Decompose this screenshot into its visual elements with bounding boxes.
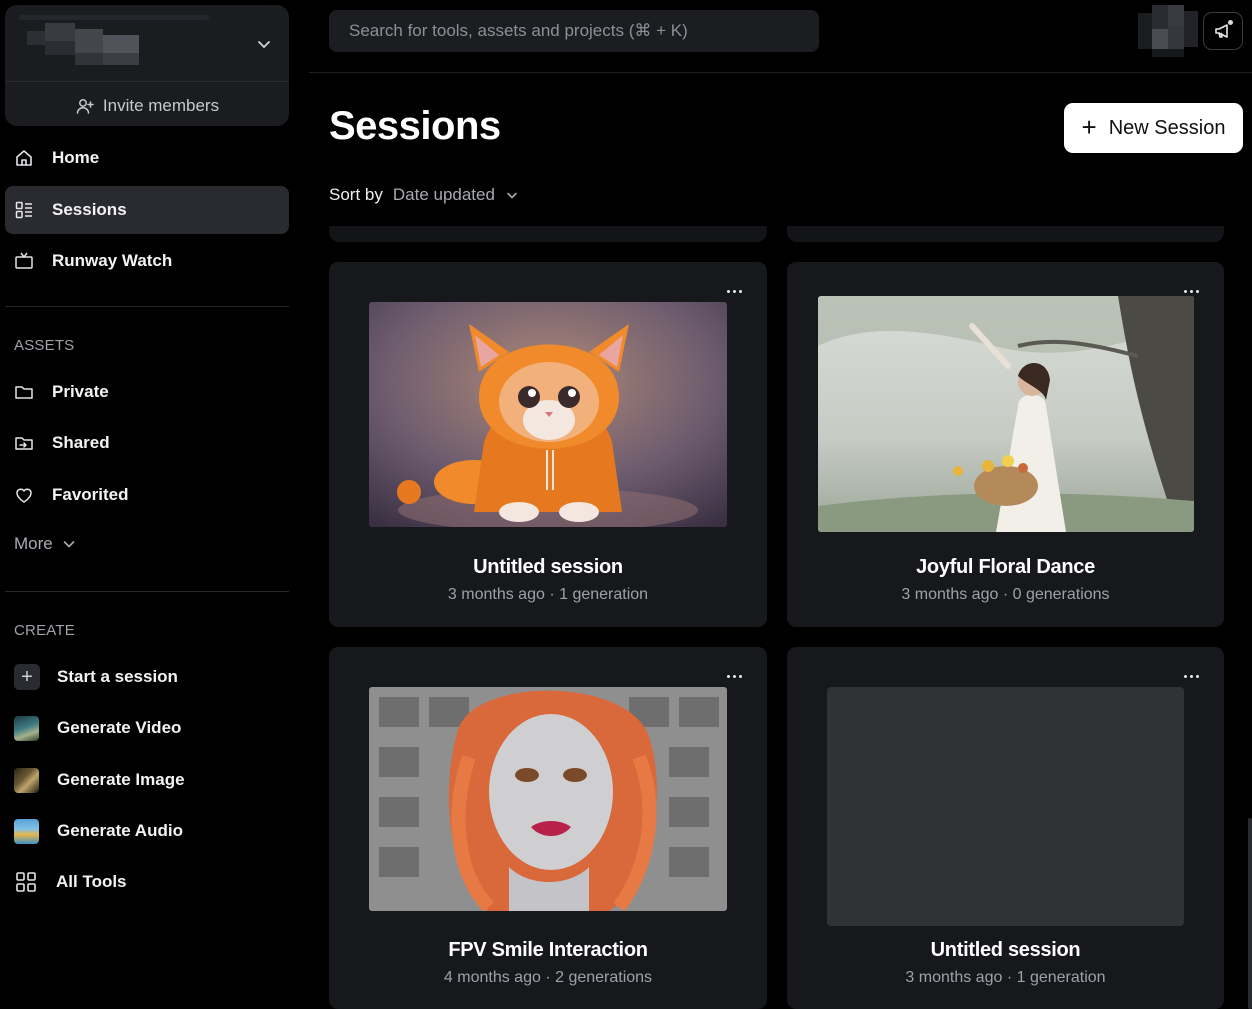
- session-card-partial[interactable]: [787, 226, 1224, 242]
- workspace-divider: [5, 81, 289, 82]
- plus-icon: +: [14, 664, 40, 690]
- more-options-icon[interactable]: [727, 286, 745, 296]
- session-meta: 3 months ago · 1 generation: [447, 586, 649, 603]
- generate-video-label: Generate Video: [57, 718, 182, 737]
- sidebar-divider: [5, 591, 289, 592]
- session-meta: 4 months ago · 2 generations: [443, 969, 653, 986]
- more-options-icon[interactable]: [1184, 286, 1202, 296]
- start-session-label: Start a session: [57, 667, 178, 686]
- sidebar-item-shared[interactable]: Shared: [5, 419, 289, 467]
- sort-dropdown[interactable]: Date updated: [393, 185, 519, 205]
- generate-video-item[interactable]: Generate Video: [14, 713, 181, 743]
- add-user-icon: [76, 99, 94, 114]
- session-card[interactable]: Untitled session 3 months ago · 1 genera…: [329, 262, 767, 627]
- sidebar-item-private[interactable]: Private: [5, 368, 289, 416]
- generate-image-item[interactable]: Generate Image: [14, 765, 185, 795]
- session-card[interactable]: Joyful Floral Dance 3 months ago · 0 gen…: [787, 262, 1224, 627]
- sidebar-item-sessions[interactable]: Sessions: [5, 186, 289, 234]
- page-title: Sessions: [329, 104, 501, 148]
- grid-icon: [16, 872, 36, 892]
- sidebar-item-label: Sessions: [52, 200, 127, 219]
- sessions-icon: [15, 201, 32, 219]
- sidebar: Invite members Home Sessions Runway Watc…: [0, 0, 298, 1009]
- create-section-label: CREATE: [14, 622, 75, 639]
- session-meta: 3 months ago · 0 generations: [901, 586, 1110, 603]
- sidebar-item-favorited[interactable]: Favorited: [5, 471, 289, 519]
- new-session-button[interactable]: + New Session: [1064, 103, 1243, 153]
- sidebar-divider: [5, 306, 289, 307]
- app-root: Invite members Home Sessions Runway Watc…: [0, 0, 1252, 1009]
- workspace-avatar: [27, 23, 139, 67]
- red-hair-portrait-image: [369, 687, 727, 911]
- invite-members-button[interactable]: Invite members: [5, 91, 289, 121]
- session-thumbnail: [369, 687, 727, 911]
- announcements-button[interactable]: [1203, 12, 1243, 50]
- all-tools-item[interactable]: All Tools: [14, 867, 127, 897]
- sort-control: Sort by Date updated: [329, 185, 519, 205]
- plus-icon: +: [1081, 111, 1097, 142]
- session-card[interactable]: FPV Smile Interaction 4 months ago · 2 g…: [329, 647, 767, 1009]
- sidebar-item-home[interactable]: Home: [5, 134, 289, 182]
- session-thumbnail-empty: [827, 687, 1184, 926]
- folder-icon: [15, 386, 33, 399]
- more-toggle[interactable]: More: [14, 534, 77, 554]
- generate-image-label: Generate Image: [57, 770, 185, 789]
- new-session-label: New Session: [1108, 116, 1226, 139]
- sort-label: Sort by: [329, 185, 383, 204]
- generate-audio-item[interactable]: Generate Audio: [14, 816, 183, 846]
- heart-icon: [16, 488, 32, 503]
- sidebar-item-label: Home: [52, 148, 100, 167]
- workspace-name-placeholder: [19, 15, 209, 20]
- start-session-button[interactable]: + Start a session: [14, 662, 178, 692]
- sidebar-item-label: Runway Watch: [52, 251, 173, 270]
- floral-dance-image: [818, 296, 1194, 532]
- notification-dot: [1228, 20, 1233, 25]
- generate-image-thumbnail: [14, 767, 39, 793]
- sidebar-item-label: Private: [52, 382, 109, 401]
- scrollbar[interactable]: [1248, 818, 1252, 1009]
- chevron-down-icon: [507, 192, 517, 199]
- generate-audio-thumbnail: [14, 818, 39, 844]
- all-tools-label: All Tools: [56, 872, 127, 891]
- sidebar-item-label: Favorited: [52, 485, 129, 504]
- tv-icon: [15, 252, 33, 269]
- sort-value: Date updated: [392, 185, 495, 204]
- session-card[interactable]: Untitled session 3 months ago · 1 genera…: [787, 647, 1224, 1009]
- session-title: FPV Smile Interaction: [448, 939, 648, 961]
- session-card-partial[interactable]: [329, 226, 767, 242]
- more-options-icon[interactable]: [727, 671, 745, 681]
- more-options-icon[interactable]: [1184, 671, 1202, 681]
- avatar[interactable]: [1138, 5, 1198, 57]
- chevron-down-icon[interactable]: [255, 35, 273, 53]
- shared-folder-icon: [15, 437, 33, 450]
- sidebar-item-runway-watch[interactable]: Runway Watch: [5, 237, 289, 285]
- workspace-switcher[interactable]: Invite members: [5, 5, 289, 126]
- session-title: Joyful Floral Dance: [916, 556, 1095, 578]
- session-thumbnail: [369, 302, 727, 527]
- chevron-down-icon: [63, 541, 75, 548]
- home-icon: [16, 150, 32, 166]
- generate-audio-label: Generate Audio: [57, 821, 183, 840]
- session-title: Untitled session: [930, 939, 1081, 961]
- generate-video-thumbnail: [14, 715, 39, 741]
- more-label: More: [14, 534, 53, 553]
- header-divider: [309, 72, 1252, 73]
- assets-section-label: ASSETS: [14, 337, 75, 354]
- sidebar-item-label: Shared: [52, 433, 110, 452]
- session-title: Untitled session: [473, 556, 623, 578]
- search-input[interactable]: [329, 10, 819, 52]
- session-meta: 3 months ago · 1 generation: [905, 969, 1106, 986]
- invite-members-label: Invite members: [102, 96, 220, 115]
- kitten-hoodie-image: [369, 302, 727, 527]
- session-thumbnail: [818, 296, 1194, 532]
